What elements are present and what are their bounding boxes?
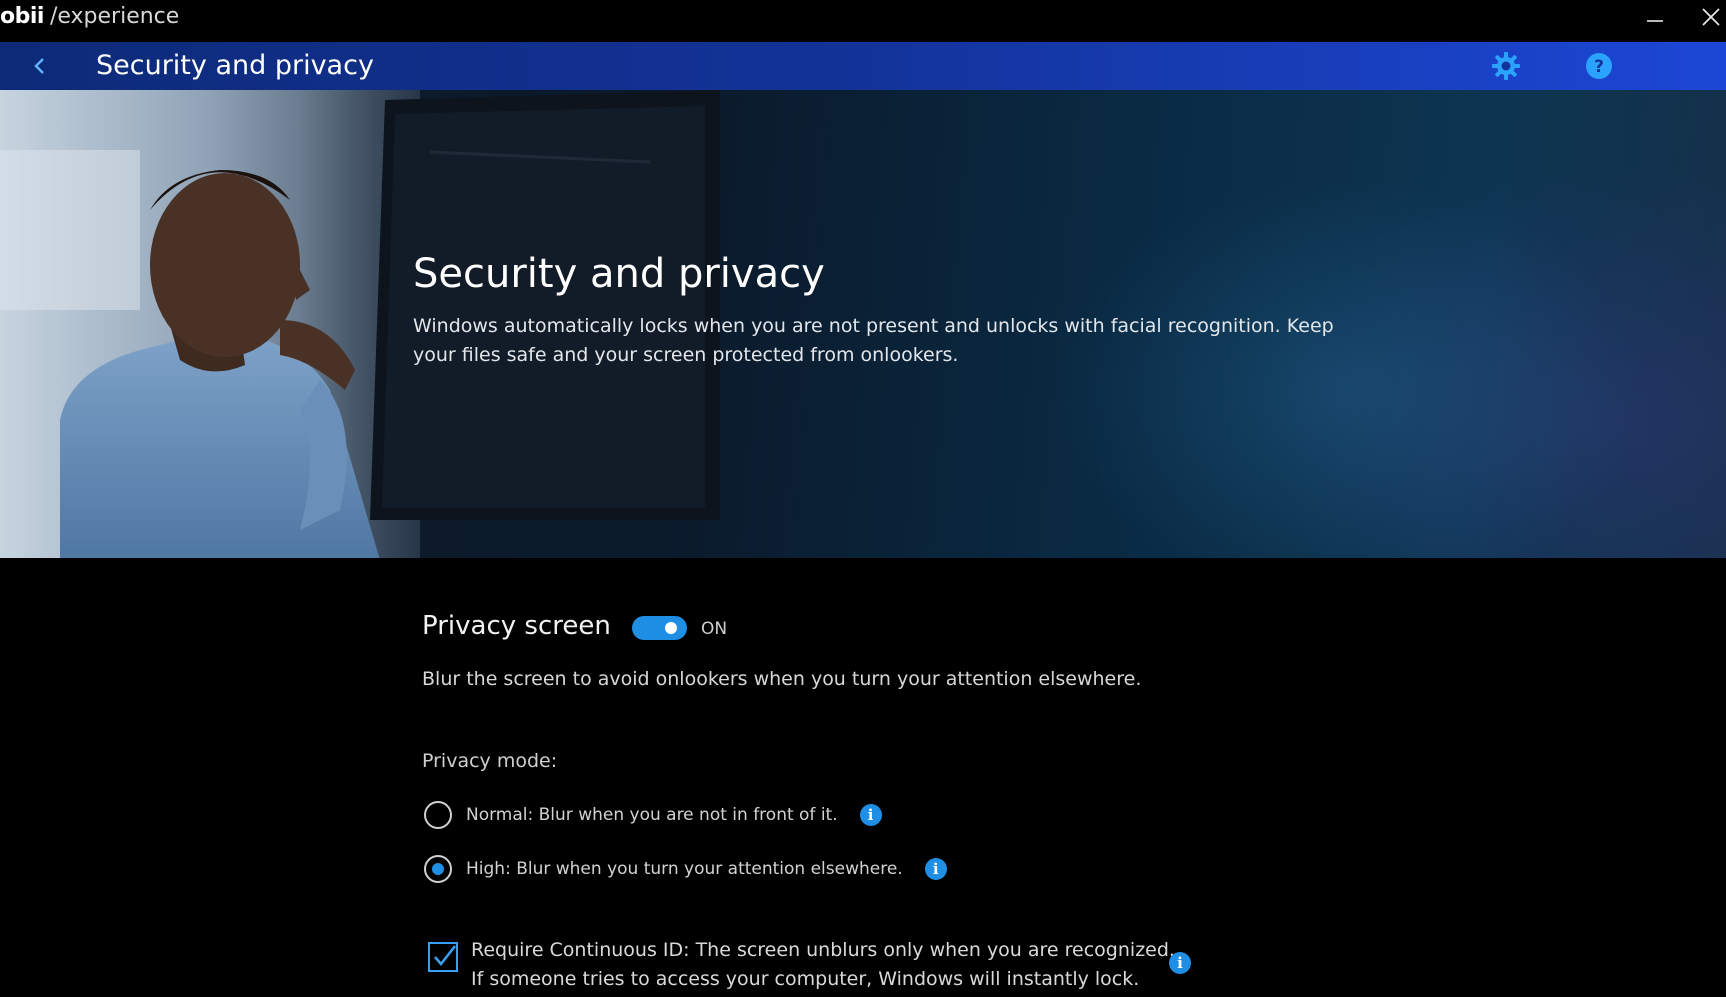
privacy-screen-description: Blur the screen to avoid onlookers when … xyxy=(422,668,1142,690)
gear-icon xyxy=(1492,52,1520,80)
hero-title: Security and privacy xyxy=(413,251,825,297)
radio-normal[interactable] xyxy=(424,801,452,829)
radio-high-label: High: Blur when you turn your attention … xyxy=(466,859,903,879)
toggle-state-label: ON xyxy=(701,619,728,639)
close-button[interactable] xyxy=(1688,0,1726,34)
back-button[interactable] xyxy=(24,50,56,82)
app-logo: obii xyxy=(0,4,44,29)
settings-button[interactable] xyxy=(1488,48,1524,84)
minimize-button[interactable] xyxy=(1632,0,1678,34)
header-title: Security and privacy xyxy=(96,50,374,81)
continuous-id-text: Require Continuous ID: The screen unblur… xyxy=(471,936,1175,994)
privacy-mode-label: Privacy mode: xyxy=(422,750,558,772)
app-brand: obii /experience xyxy=(0,4,179,36)
help-button[interactable]: ? xyxy=(1581,48,1617,84)
close-icon xyxy=(1702,8,1720,26)
info-icon[interactable]: i xyxy=(924,858,947,880)
toggle-knob xyxy=(665,622,677,634)
chevron-left-icon xyxy=(34,58,44,74)
help-icon: ? xyxy=(1586,53,1612,79)
privacy-screen-toggle[interactable] xyxy=(632,616,687,640)
checkmark-icon xyxy=(434,945,456,967)
continuous-id-line1: Require Continuous ID: The screen unblur… xyxy=(471,939,1175,961)
hero-description: Windows automatically locks when you are… xyxy=(413,315,1334,366)
radio-normal-label: Normal: Blur when you are not in front o… xyxy=(466,805,838,825)
continuous-id-option[interactable]: Require Continuous ID: The screen unblur… xyxy=(428,936,1188,996)
privacy-mode-high-option[interactable]: High: Blur when you turn your attention … xyxy=(424,855,947,883)
minimize-icon xyxy=(1647,20,1663,22)
header-bar: Security and privacy ? xyxy=(0,42,1726,90)
radio-high[interactable] xyxy=(424,855,452,883)
info-icon[interactable]: i xyxy=(1169,952,1191,974)
app-product-name: /experience xyxy=(49,4,180,29)
title-bar: obii /experience xyxy=(0,0,1726,42)
privacy-mode-normal-option[interactable]: Normal: Blur when you are not in front o… xyxy=(424,801,882,829)
info-icon[interactable]: i xyxy=(859,804,882,826)
svg-text:?: ? xyxy=(1594,57,1604,77)
privacy-screen-title: Privacy screen xyxy=(422,611,611,641)
hero-banner: Security and privacy Windows automatical… xyxy=(0,90,1726,558)
continuous-id-checkbox[interactable] xyxy=(428,942,458,972)
continuous-id-line2: If someone tries to access your computer… xyxy=(471,968,1140,990)
